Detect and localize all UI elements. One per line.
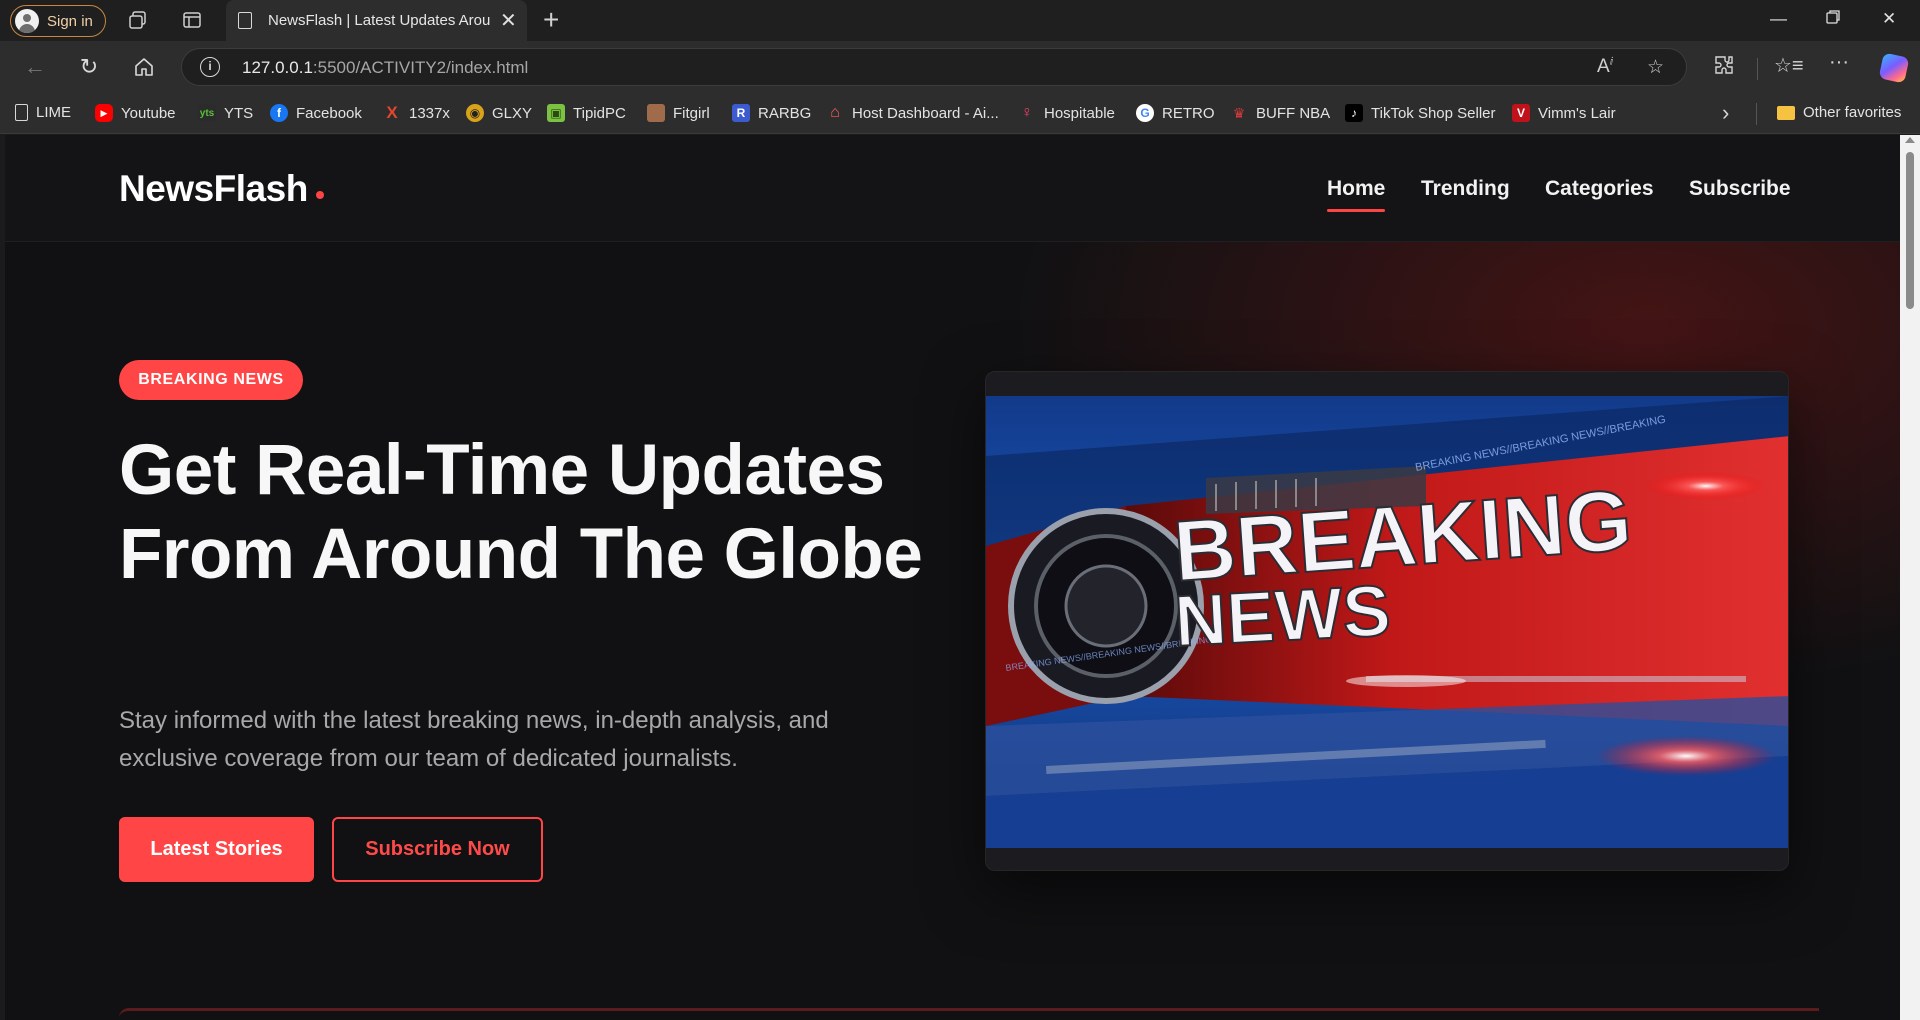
1337x-icon: X [386,103,398,122]
active-tab[interactable]: NewsFlash | Latest Updates Around ✕ [226,0,527,41]
bookmark-fitgirl[interactable]: Fitgirl [647,104,710,122]
web-page: NewsFlash Home Trending Categories Subsc… [5,135,1900,1020]
glxy-icon: ◉ [466,104,484,122]
breaking-news-image: BREAKING NEWS//BREAKING NEWS//BREAKING B… [986,396,1788,848]
bookmark-tiktok-shop[interactable]: ♪ TikTok Shop Seller [1345,104,1496,122]
other-favorites-folder[interactable]: Other favorites [1777,104,1901,121]
bookmarks-divider [1756,103,1757,125]
hospitable-icon: ♀ [1021,104,1033,121]
google-icon: G [1136,104,1154,122]
bookmark-retro[interactable]: G RETRO [1136,104,1215,122]
nav-subscribe[interactable]: Subscribe [1689,177,1791,201]
nav-trending[interactable]: Trending [1421,177,1510,201]
vimms-lair-icon: V [1512,104,1530,122]
youtube-icon: ▶ [95,104,113,122]
new-tab-icon[interactable]: + [543,6,559,34]
tiktok-icon: ♪ [1345,104,1363,122]
buff-nba-icon: ♛ [1232,104,1246,121]
tab-actions-icon[interactable] [182,10,202,30]
sign-in-label: Sign in [47,12,93,30]
document-icon [15,104,28,121]
sign-in-button[interactable]: Sign in [10,5,106,37]
home-icon[interactable] [130,53,158,81]
latest-stories-button[interactable]: Latest Stories [119,817,314,882]
workspaces-icon[interactable] [128,10,148,30]
site-info-icon[interactable]: i [200,57,220,77]
bookmark-host-dashboard[interactable]: ⌂ Host Dashboard - Ai... [826,104,999,122]
hero-image-card: BREAKING NEWS//BREAKING NEWS//BREAKING B… [985,371,1789,871]
facebook-icon: f [270,104,288,122]
profile-avatar-icon [15,9,39,33]
back-arrow-icon[interactable]: ← [21,53,49,81]
close-tab-icon[interactable]: ✕ [500,8,517,33]
nav-home[interactable]: Home [1327,177,1386,212]
folder-icon [1777,105,1795,120]
read-aloud-icon[interactable]: Aⅈ [1597,56,1613,78]
favorite-star-icon[interactable]: ☆ [1647,56,1664,79]
chevron-right-icon[interactable]: › [1722,100,1729,126]
breaking-news-badge: BREAKING NEWS [119,360,303,400]
close-window-icon[interactable]: ✕ [1882,9,1896,29]
settings-more-icon[interactable]: ··· [1829,51,1849,74]
fitgirl-icon [647,104,665,122]
url-text: 127.0.0.1:5500/ACTIVITY2/index.html [242,58,529,77]
site-logo[interactable]: NewsFlash [119,168,324,210]
page-document-icon [238,12,252,29]
rarbg-icon: R [732,104,750,122]
url-field[interactable]: i 127.0.0.1:5500/ACTIVITY2/index.html Aⅈ… [181,48,1687,86]
airbnb-icon: ⌂ [830,104,840,121]
scrollbar-thumb[interactable] [1906,152,1914,309]
extensions-icon[interactable] [1713,54,1735,82]
restore-icon[interactable] [1825,9,1841,30]
address-bar-row: ← ↻ i 127.0.0.1:5500/ACTIVITY2/index.htm… [0,41,1920,94]
nav-categories[interactable]: Categories [1545,177,1654,201]
bookmark-1337x[interactable]: X 1337x [383,103,450,122]
bookmark-facebook[interactable]: f Facebook [270,104,362,122]
hero-description: Stay informed with the latest breaking n… [119,707,829,772]
bookmark-buff-nba[interactable]: ♛ BUFF NBA [1230,104,1330,122]
browser-titlebar: Sign in NewsFlash | Latest Updates Aroun… [0,0,1920,41]
hero-headline: Get Real-Time Updates From Around The Gl… [119,431,923,594]
bookmark-yts[interactable]: yts YTS [198,104,253,122]
bookmark-glxy[interactable]: ◉ GLXY [466,104,532,122]
bookmark-hospitable[interactable]: ♀ Hospitable [1018,104,1115,122]
favorites-icon[interactable]: ☆≡ [1774,53,1804,78]
minimize-icon[interactable]: — [1770,9,1787,29]
toolbar-divider [1757,58,1758,80]
bookmarks-bar: LIME ▶ Youtube yts YTS f Facebook X 1337x ◉ G… [0,94,1920,134]
tipidpc-icon: ▣ [547,104,565,122]
bookmark-vimms-lair[interactable]: V Vimm's Lair [1512,104,1616,122]
logo-dot [315,191,324,199]
section-divider [119,1008,1819,1020]
subscribe-now-button[interactable]: Subscribe Now [332,817,543,882]
refresh-icon[interactable]: ↻ [75,53,103,81]
bookmark-rarbg[interactable]: R RARBG [732,104,811,122]
scroll-up-icon[interactable] [1905,137,1915,143]
bookmark-lime[interactable]: LIME [15,104,71,121]
site-header: NewsFlash Home Trending Categories Subsc… [5,135,1900,242]
tab-title: NewsFlash | Latest Updates Around [268,12,490,29]
hero-image-text-news: NEWS [1173,571,1393,662]
bookmark-youtube[interactable]: ▶ Youtube [95,104,176,122]
bookmark-tipidpc[interactable]: ▣ TipidPC [547,104,626,122]
yts-icon: yts [198,104,216,122]
